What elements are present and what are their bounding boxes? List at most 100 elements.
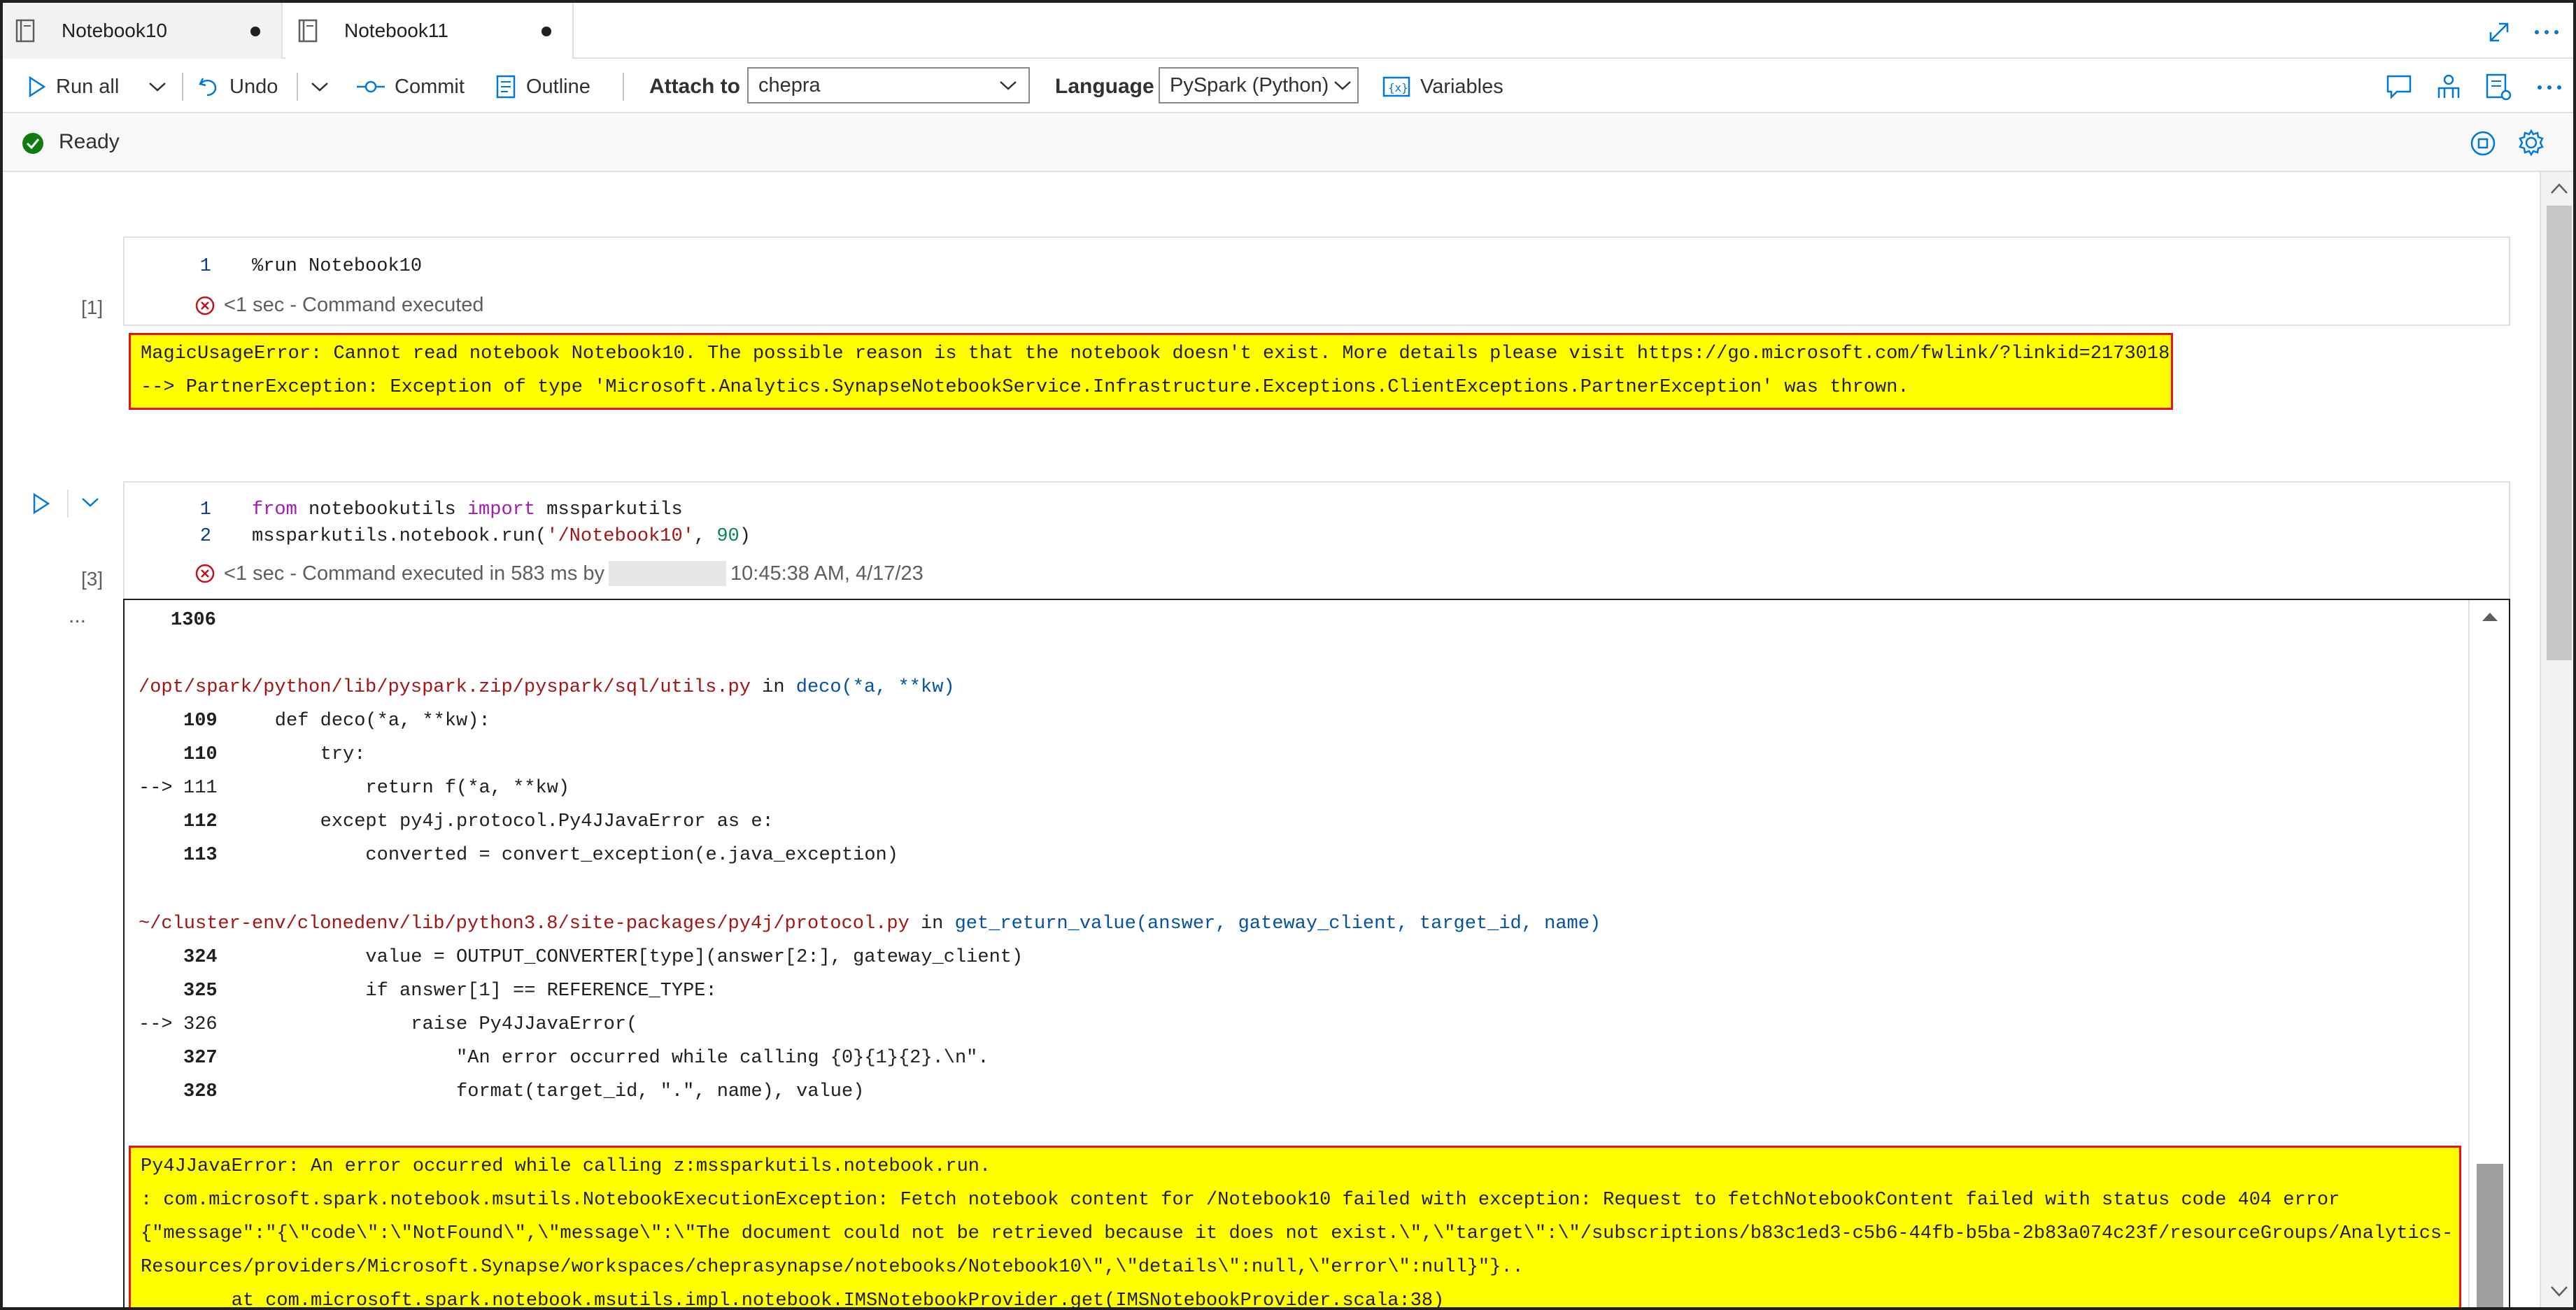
error-circle-icon <box>195 296 215 315</box>
line-number: 1 <box>199 499 211 520</box>
variables-button[interactable]: {x} Variables <box>1382 60 1503 113</box>
scroll-up-icon[interactable] <box>2549 182 2569 196</box>
code-token: , <box>693 526 717 547</box>
function-name: deco <box>795 677 842 698</box>
line-number: 327 <box>183 1048 218 1069</box>
status-text: Ready <box>59 130 120 153</box>
notebook-window: Notebook10 Notebook11 Run all Undo Commi… <box>0 0 2576 1310</box>
notebook-toolbar: Run all Undo Commit Outline Attach to ch… <box>3 60 2573 113</box>
play-icon <box>29 76 46 98</box>
cell-output: 1306 /opt/spark/python/lib/pyspark.zip/p… <box>123 599 2510 1310</box>
error-output-1: MagicUsageError: Cannot read notebook No… <box>129 333 2173 410</box>
line-number: 325 <box>183 981 218 1002</box>
output-scrollbar[interactable] <box>2468 600 2509 1307</box>
chevron-down-icon <box>311 83 328 92</box>
expand-icon[interactable] <box>2486 20 2512 45</box>
code-token: in <box>909 913 955 934</box>
commit-button[interactable]: Commit <box>357 60 465 113</box>
commit-icon <box>357 80 385 93</box>
undo-dropdown[interactable] <box>309 60 340 113</box>
undo-label: Undo <box>229 75 278 98</box>
code-token: ) <box>739 526 751 547</box>
language-select[interactable]: PySpark (Python) <box>1159 67 1359 104</box>
run-cell-icon[interactable] <box>31 492 50 515</box>
code-token: in <box>750 677 796 698</box>
exec-status-text: - Command executed <box>290 294 484 316</box>
marker: --> <box>139 1014 184 1035</box>
execution-count: [1] <box>81 297 104 318</box>
main-scroll-thumb[interactable] <box>2547 206 2572 660</box>
tab-notebook11[interactable]: Notebook11 <box>285 3 574 59</box>
properties-icon[interactable] <box>2485 73 2512 101</box>
more-options-icon[interactable] <box>2533 20 2561 45</box>
error-line: MagicUsageError: Cannot read notebook No… <box>141 343 2170 364</box>
traceback-file-line: ~/cluster-env/clonedenv/lib/python3.8/si… <box>139 913 1601 934</box>
session-icon[interactable] <box>2435 73 2463 101</box>
chevron-down-icon <box>1000 81 1017 90</box>
error-line: --> PartnerException: Exception of type … <box>141 377 1909 398</box>
file-path: ~/cluster-env/clonedenv/lib/python3.8/si… <box>139 913 910 934</box>
code-line[interactable]: mssparkutils.notebook.run('/Notebook10',… <box>252 526 751 547</box>
function-args: (answer, gateway_client, target_id, name… <box>1135 913 1601 934</box>
tab-notebook10[interactable]: Notebook10 <box>3 3 283 59</box>
run-all-label: Run all <box>56 75 120 98</box>
line-number: 2 <box>199 526 211 547</box>
run-all-button[interactable]: Run all <box>27 60 119 113</box>
code-line[interactable]: %run Notebook10 <box>252 256 422 277</box>
code: except py4j.protocol.Py4JJavaError as e: <box>229 811 774 832</box>
outline-button[interactable]: Outline <box>495 60 590 113</box>
exec-status-text: - Command executed in 583 ms by <box>290 562 605 585</box>
error-line: at com.microsoft.spark.notebook.msutils.… <box>141 1290 1445 1310</box>
tab-bar: Notebook10 Notebook11 <box>3 3 2573 59</box>
error-line: {"message":"{\"code\":\"NotFound\",\"mes… <box>141 1223 2454 1244</box>
notebook-icon <box>298 19 318 43</box>
line-number: 111 <box>183 778 218 799</box>
code: try: <box>229 744 366 765</box>
output-more-button[interactable]: ... <box>69 604 86 628</box>
ready-check-icon <box>22 133 43 154</box>
error-line: : com.microsoft.spark.notebook.msutils.N… <box>141 1190 2340 1211</box>
stop-session-icon[interactable] <box>2470 130 2496 157</box>
exec-status: <1 sec - Command executed in 583 ms by 10… <box>194 561 923 586</box>
line-number: 112 <box>183 811 218 832</box>
unsaved-dot-icon <box>542 27 551 36</box>
error-line: Resources/providers/Microsoft.Synapse/wo… <box>141 1257 1524 1278</box>
tab-label: Notebook10 <box>62 20 168 41</box>
line-number: 110 <box>183 744 218 765</box>
error-line: Py4JJavaError: An error occurred while c… <box>141 1156 991 1177</box>
unsaved-dot-icon <box>250 27 260 36</box>
exec-time: <1 sec <box>224 562 285 585</box>
main-scrollbar[interactable] <box>2540 172 2573 1307</box>
code: converted = convert_exception(e.java_exc… <box>229 845 898 866</box>
line-number: 1 <box>199 256 211 277</box>
more-options-icon[interactable] <box>2535 77 2563 98</box>
code-token: mssparkutils <box>535 499 683 520</box>
outline-label: Outline <box>526 75 590 98</box>
line-number: 109 <box>183 711 218 732</box>
output-scroll-thumb[interactable] <box>2477 1164 2503 1307</box>
run-all-dropdown[interactable] <box>147 60 178 113</box>
undo-button[interactable]: Undo <box>197 60 278 113</box>
error-output-3: Py4JJavaError: An error occurred while c… <box>129 1146 2461 1310</box>
attach-to-select[interactable]: chepra <box>747 67 1030 104</box>
chevron-down-icon <box>149 83 166 92</box>
execution-count: [3] <box>81 568 104 590</box>
code: raise Py4JJavaError( <box>229 1014 638 1035</box>
exec-status: <1 sec - Command executed <box>194 294 484 317</box>
attach-to-value: chepra <box>758 73 821 97</box>
function-args: (*a, **kw) <box>841 677 955 698</box>
line-number: 324 <box>183 947 218 968</box>
error-circle-icon <box>195 564 215 583</box>
code: "An error occurred while calling {0}{1}{… <box>229 1048 989 1069</box>
code-line[interactable]: from notebookutils import mssparkutils <box>252 499 683 520</box>
undo-icon <box>199 78 217 97</box>
redacted-user <box>609 561 727 586</box>
chevron-down-icon[interactable] <box>80 495 101 509</box>
traceback-line-number: 1306 <box>171 610 216 631</box>
scroll-down-icon[interactable] <box>2549 1284 2569 1298</box>
scroll-up-icon[interactable] <box>2479 610 2500 624</box>
comments-icon[interactable] <box>2386 74 2412 99</box>
code-cell-3[interactable]: 1 from notebookutils import mssparkutils… <box>123 481 2510 599</box>
code-cell-1[interactable]: 1 %run Notebook10 <1 sec - Command execu… <box>123 236 2510 326</box>
settings-gear-icon[interactable] <box>2517 129 2545 157</box>
